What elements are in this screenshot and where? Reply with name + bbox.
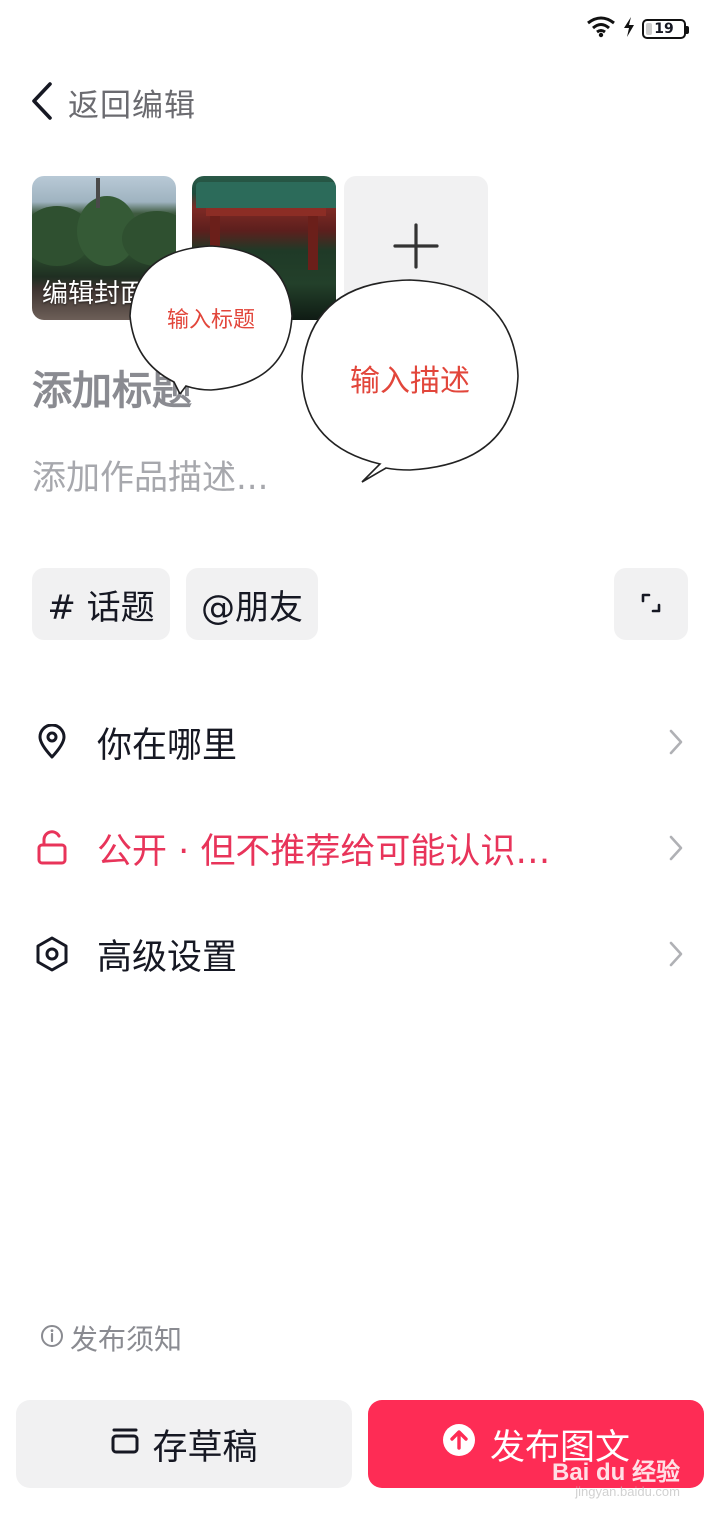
charging-icon bbox=[622, 16, 636, 42]
location-row[interactable]: 你在哪里 bbox=[32, 702, 688, 782]
title-callout-text: 输入标题 bbox=[166, 308, 255, 333]
advanced-settings-row[interactable]: 高级设置 bbox=[32, 914, 688, 994]
save-draft-label: 存草稿 bbox=[152, 1427, 258, 1468]
info-icon bbox=[40, 1324, 64, 1352]
back-to-edit-button[interactable]: 返回编辑 bbox=[30, 80, 196, 125]
expand-editor-button[interactable] bbox=[614, 568, 688, 640]
wifi-icon bbox=[586, 16, 616, 42]
location-pin-icon bbox=[32, 722, 72, 762]
description-callout-text: 输入描述 bbox=[350, 364, 470, 399]
back-label: 返回编辑 bbox=[68, 88, 196, 124]
location-label: 你在哪里 bbox=[97, 725, 238, 766]
upload-arrow-icon bbox=[442, 1423, 476, 1466]
chevron-left-icon bbox=[30, 81, 54, 125]
publish-notice-link[interactable]: 发布须知 bbox=[40, 1318, 182, 1358]
advanced-settings-label: 高级设置 bbox=[97, 937, 238, 978]
draft-box-icon bbox=[110, 1424, 140, 1464]
baidu-watermark-url: jingyan.baidu.com bbox=[575, 1484, 680, 1499]
visibility-row[interactable]: 公开 · 但不推荐给可能认识… bbox=[32, 808, 688, 888]
title-callout: 输入标题 bbox=[126, 244, 296, 394]
topic-chip[interactable]: # 话题 bbox=[32, 568, 170, 640]
visibility-label: 公开 · 但不推荐给可能认识… bbox=[97, 831, 551, 872]
baidu-watermark: Bai du 经验 bbox=[551, 1459, 680, 1486]
description-input[interactable]: 添加作品描述... bbox=[32, 450, 268, 499]
chevron-right-icon bbox=[664, 722, 688, 762]
chevron-right-icon bbox=[664, 934, 688, 974]
plus-icon bbox=[393, 223, 439, 273]
description-callout: 输入描述 bbox=[300, 278, 520, 484]
unlock-icon bbox=[32, 828, 72, 868]
settings-hex-icon bbox=[32, 934, 72, 974]
save-draft-button[interactable]: 存草稿 bbox=[16, 1400, 352, 1488]
mention-friend-chip[interactable]: @朋友 bbox=[186, 568, 318, 640]
status-bar: 19 bbox=[586, 14, 689, 44]
battery-icon: 19 bbox=[642, 19, 689, 39]
chevron-right-icon bbox=[664, 828, 688, 868]
expand-icon bbox=[639, 584, 663, 624]
publish-notice-label: 发布须知 bbox=[70, 1323, 183, 1356]
battery-level: 19 bbox=[654, 21, 674, 37]
